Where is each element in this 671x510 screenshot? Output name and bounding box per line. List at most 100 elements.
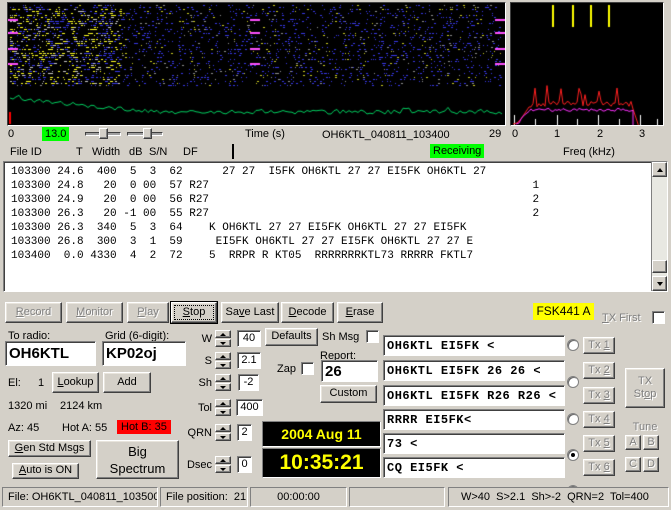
tx-message-1-radio[interactable] — [567, 339, 579, 351]
param-s-spinner[interactable] — [215, 352, 231, 369]
param-sh-spinner[interactable] — [215, 374, 231, 391]
add-button[interactable]: Add — [103, 372, 151, 393]
slider-thumb-2[interactable] — [143, 128, 152, 139]
param-s-value: 2.1 — [237, 352, 261, 369]
stop-button[interactable]: Stop — [171, 302, 217, 323]
spinner-up-icon[interactable] — [215, 456, 231, 464]
save-last-button[interactable]: Save Last — [221, 302, 279, 323]
record-button[interactable]: Record — [5, 302, 62, 323]
tx-message-2-input[interactable] — [383, 360, 565, 381]
sh-msg-label: Sh Msg — [322, 331, 360, 343]
hot-b-label: Hot B: 35 — [117, 420, 171, 434]
tx-stop-line1: TX — [637, 375, 653, 387]
tx-stop-button[interactable]: TX Stop — [625, 368, 665, 408]
tune-b-button[interactable]: B — [643, 435, 659, 450]
spinner-down-icon[interactable] — [215, 361, 231, 369]
gen-std-msgs-button[interactable]: Gen Std Msgs — [8, 440, 91, 457]
zap-checkbox[interactable] — [301, 362, 314, 375]
spinner-down-icon[interactable] — [215, 339, 231, 347]
tx3-button[interactable]: Tx 3 — [583, 387, 615, 404]
play-button[interactable]: Play — [127, 302, 169, 323]
param-w-value: 40 — [237, 330, 261, 347]
tx-message-4-input[interactable] — [383, 409, 565, 430]
spinner-down-icon[interactable] — [215, 408, 231, 416]
time-axis-label: Time (s) — [245, 128, 285, 140]
param-sh-label: Sh — [198, 377, 212, 389]
col-sn: S/N — [149, 146, 168, 158]
tx-message-5-input[interactable] — [383, 433, 565, 454]
zap-label: Zap — [277, 363, 296, 375]
param-s-label: S — [204, 355, 212, 367]
waterfall-panel — [7, 2, 506, 126]
time-axis-start: 0 — [8, 128, 15, 140]
spectrum-panel — [510, 2, 664, 126]
param-w-spinner[interactable] — [215, 330, 231, 347]
decode-scrollbar[interactable] — [651, 162, 667, 291]
tx-message-3-radio[interactable] — [567, 413, 579, 425]
tx1-button[interactable]: Tx 1 — [583, 337, 615, 354]
freq-axis-label: Freq (kHz) — [563, 146, 615, 158]
to-radio-input[interactable] — [5, 341, 96, 366]
erase-button[interactable]: Erase — [337, 302, 383, 323]
waterfall-canvas[interactable] — [8, 3, 505, 125]
time-cursor-value: 13.0 — [42, 127, 70, 141]
auto-button[interactable]: Auto is ON — [12, 463, 79, 479]
scroll-up-icon[interactable] — [652, 162, 667, 177]
tune-d-button[interactable]: D — [643, 457, 659, 472]
spinner-down-icon[interactable] — [215, 383, 231, 391]
tx2-button[interactable]: Tx 2 — [583, 362, 615, 379]
report-input[interactable] — [321, 360, 378, 382]
tx5-button[interactable]: Tx 5 — [583, 435, 615, 452]
spinner-up-icon[interactable] — [215, 424, 231, 432]
tune-label: Tune — [632, 421, 658, 433]
defaults-button[interactable]: Defaults — [265, 328, 318, 346]
param-qrn-value: 2 — [237, 424, 252, 441]
param-qrn-label: QRN — [187, 427, 212, 439]
decode-line: 103300 26.3 340 5 3 64 K OH6KTL 27 27 EI… — [11, 222, 467, 234]
status-params: W>40 S>2.1 Sh>-2 QRN=2 Tol=400 — [448, 487, 669, 507]
param-qrn-spinner[interactable] — [215, 424, 231, 441]
scrollbar-thumb[interactable] — [652, 260, 667, 273]
tune-c-button[interactable]: C — [625, 457, 641, 472]
waterfall-file-label: OH6KTL_040811_103400 — [322, 129, 450, 141]
spinner-up-icon[interactable] — [215, 330, 231, 338]
scroll-down-icon[interactable] — [652, 276, 667, 291]
decode-button[interactable]: Decode — [281, 302, 334, 323]
slider-thumb-1[interactable] — [99, 128, 108, 139]
tx-message-3-input[interactable] — [383, 385, 565, 406]
sh-msg-checkbox[interactable] — [366, 330, 379, 343]
col-width: Width — [92, 146, 121, 158]
time-axis-end: 29 — [489, 128, 502, 140]
spinner-down-icon[interactable] — [215, 465, 231, 473]
tx-message-2-radio[interactable] — [567, 376, 579, 388]
param-tol-value: 400 — [236, 399, 263, 416]
tx-first-checkbox[interactable] — [652, 311, 665, 324]
param-dsec-spinner[interactable] — [215, 456, 231, 473]
tx6-button[interactable]: Tx 6 — [583, 459, 615, 476]
tx-message-1-input[interactable] — [383, 335, 565, 356]
time-display: 10:35:21 — [262, 448, 381, 478]
spinner-down-icon[interactable] — [215, 433, 231, 441]
monitor-button[interactable]: Monitor — [66, 302, 123, 323]
distance-km: 2124 km — [60, 400, 103, 412]
lookup-button[interactable]: Lookup — [52, 372, 99, 393]
tx4-button[interactable]: Tx 4 — [583, 411, 615, 428]
col-df: DF — [183, 146, 198, 158]
decode-line: 103400 0.0 4330 4 2 72 5 RRPR R KT05 RRR… — [11, 250, 474, 262]
custom-button[interactable]: Custom — [320, 385, 377, 403]
spinner-up-icon[interactable] — [215, 352, 231, 360]
tx-message-6-input[interactable] — [383, 457, 565, 478]
tx-message-4-radio[interactable] — [567, 449, 579, 461]
spinner-up-icon[interactable] — [215, 399, 231, 407]
tune-a-button[interactable]: A — [625, 435, 641, 450]
big-spectrum-button[interactable]: Big Spectrum — [96, 440, 179, 479]
status-empty — [349, 487, 445, 507]
param-sh-value: -2 — [238, 374, 259, 391]
status-elapsed: 00:00:00 — [250, 487, 347, 507]
decode-line: 103300 24.9 20 0 00 56 R27 2 — [11, 194, 540, 206]
col-db: dB — [129, 146, 143, 158]
spinner-up-icon[interactable] — [215, 374, 231, 382]
decode-text-area[interactable]: 103300 24.6 400 5 3 62 27 27 I5FK OH6KTL… — [3, 161, 668, 292]
hot-a-label: Hot A: 55 — [62, 422, 108, 434]
param-tol-spinner[interactable] — [215, 399, 231, 416]
